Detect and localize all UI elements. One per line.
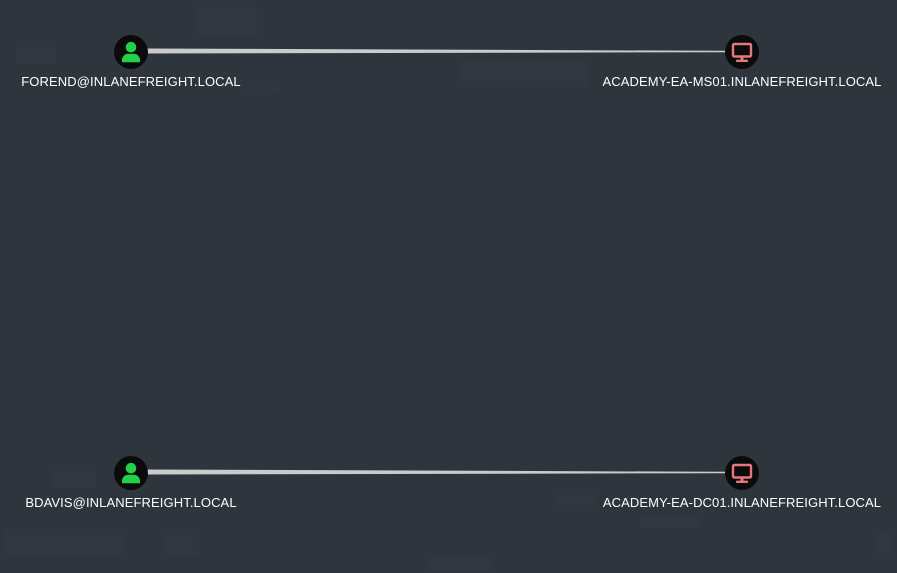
user-node-bdavis[interactable] — [114, 456, 148, 490]
user-node-forend[interactable] — [114, 35, 148, 69]
user-icon — [122, 462, 140, 484]
computer-icon — [731, 42, 753, 62]
computer-node-dc01[interactable] — [725, 456, 759, 490]
user-node-label[interactable]: BDAVIS@INLANEFREIGHT.LOCAL — [25, 495, 236, 510]
computer-node-label[interactable]: ACADEMY-EA-DC01.INLANEFREIGHT.LOCAL — [603, 495, 881, 510]
user-icon — [122, 41, 140, 63]
edge-forend-to-ms01[interactable] — [146, 48, 727, 54]
computer-node-ms01[interactable] — [725, 35, 759, 69]
graph-canvas[interactable]: FOREND@INLANEFREIGHT.LOCAL ACADEMY-EA-MS… — [0, 0, 897, 573]
edge-bdavis-to-dc01[interactable] — [146, 469, 727, 475]
computer-icon — [731, 463, 753, 483]
user-node-label[interactable]: FOREND@INLANEFREIGHT.LOCAL — [21, 74, 241, 89]
computer-node-label[interactable]: ACADEMY-EA-MS01.INLANEFREIGHT.LOCAL — [603, 74, 882, 89]
